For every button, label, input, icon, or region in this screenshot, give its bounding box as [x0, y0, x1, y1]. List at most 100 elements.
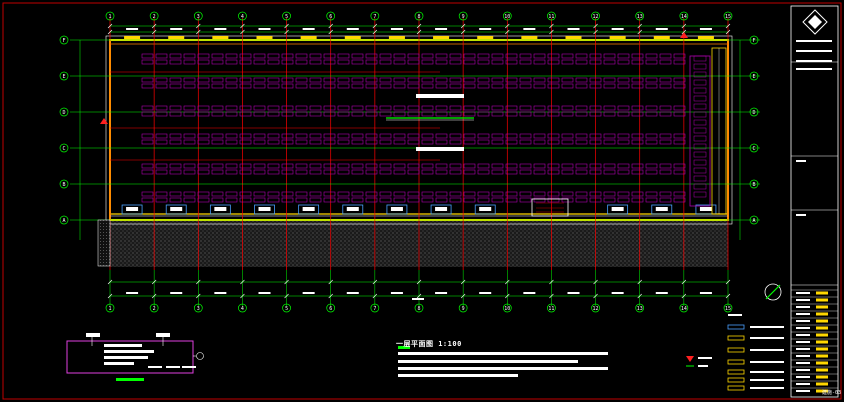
seat [197, 197, 210, 203]
seat [575, 169, 588, 175]
seat [267, 133, 280, 139]
seat [659, 83, 672, 89]
seat [693, 167, 707, 174]
seat [491, 139, 504, 145]
seat [449, 83, 462, 89]
seat [407, 83, 420, 89]
dimension-text [390, 28, 403, 30]
seat [631, 133, 644, 139]
axis-bubble-label: 13 [637, 14, 643, 20]
seat [323, 191, 336, 197]
seat [631, 169, 644, 175]
seat [183, 105, 196, 111]
seat [631, 83, 644, 89]
seat [449, 77, 462, 83]
seat [211, 139, 224, 145]
seat [547, 163, 560, 169]
legend-text [698, 357, 712, 359]
legend-text [750, 371, 784, 373]
seat [267, 53, 280, 59]
axis-bubble-label: 7 [373, 14, 376, 20]
seat [323, 163, 336, 169]
title-row-text [796, 320, 810, 322]
axis-bubble-label: 4 [241, 14, 244, 20]
seat [547, 133, 560, 139]
seat [477, 53, 490, 59]
seat [617, 197, 630, 203]
seat [323, 59, 336, 65]
seat [211, 105, 224, 111]
seat [617, 77, 630, 83]
axis-bubble-label: 13 [637, 306, 643, 312]
top-opening [565, 36, 582, 39]
seat [435, 59, 448, 65]
legend-text [750, 349, 784, 351]
seat [659, 139, 672, 145]
seat [603, 111, 616, 117]
company-seal-icon [802, 9, 828, 35]
axis-bubble-label: 9 [462, 306, 465, 312]
seat [141, 77, 154, 83]
seat [505, 133, 518, 139]
seat [547, 59, 560, 65]
seat [659, 59, 672, 65]
seat [659, 105, 672, 111]
seat [183, 59, 196, 65]
seat [281, 163, 294, 169]
seat [365, 163, 378, 169]
seat [533, 191, 546, 197]
seat [309, 197, 322, 203]
title-field-label [796, 214, 806, 216]
top-opening [300, 36, 317, 39]
seat [253, 77, 266, 83]
title-header-text [796, 60, 832, 62]
seat [253, 53, 266, 59]
dimension-text [302, 292, 315, 294]
seat [295, 169, 308, 175]
top-opening [256, 36, 273, 39]
seat [575, 105, 588, 111]
seat [225, 111, 238, 117]
seat [477, 197, 490, 203]
seat [631, 105, 644, 111]
seat [519, 105, 532, 111]
seat [379, 83, 392, 89]
seat [211, 83, 224, 89]
seat [337, 133, 350, 139]
seat [169, 133, 182, 139]
seat [225, 53, 238, 59]
seat [183, 139, 196, 145]
top-opening [653, 36, 670, 39]
seat [183, 77, 196, 83]
seat [631, 111, 644, 117]
dimension-text [126, 292, 139, 294]
title-row-text [796, 292, 810, 294]
seat [645, 111, 658, 117]
dimension-text [412, 298, 424, 300]
seat [693, 87, 707, 94]
axis-bubble-label: 6 [329, 14, 332, 20]
seat [225, 133, 238, 139]
seat [393, 77, 406, 83]
seat [183, 191, 196, 197]
dimension-text [126, 28, 139, 30]
seat [519, 59, 532, 65]
seat [323, 169, 336, 175]
title-row-value [816, 326, 828, 330]
seat [617, 133, 630, 139]
seat [533, 53, 546, 59]
seat [659, 77, 672, 83]
seat [659, 169, 672, 175]
seat [239, 53, 252, 59]
seat [365, 53, 378, 59]
seat [421, 83, 434, 89]
seat [211, 59, 224, 65]
seat [505, 111, 518, 117]
seat [645, 59, 658, 65]
seat [225, 197, 238, 203]
seat [239, 139, 252, 145]
seat [693, 175, 707, 182]
title-row-text [796, 313, 810, 315]
seat [673, 77, 686, 83]
seat [169, 53, 182, 59]
